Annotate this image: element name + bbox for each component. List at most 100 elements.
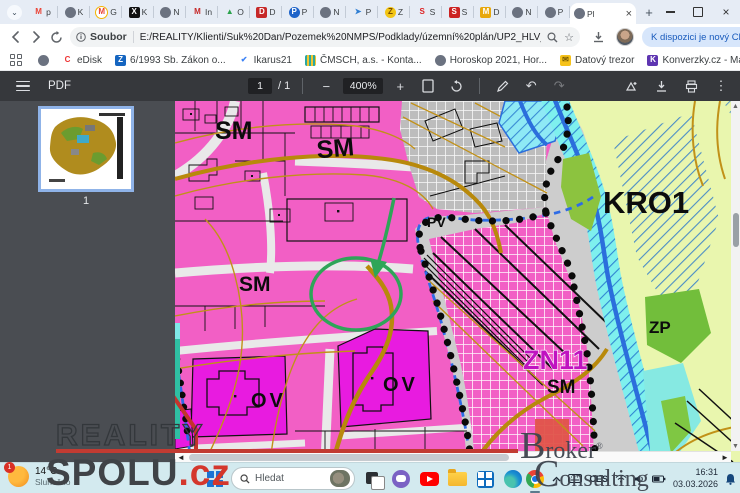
page-total-label: / 1 xyxy=(278,80,290,92)
chat-app-icon[interactable] xyxy=(390,468,412,490)
pdf-map-canvas[interactable]: SM SM SM PV KRO1 SM OV OV ZP ZN11 ◄ ► xyxy=(175,101,740,462)
tab-close-icon[interactable]: × xyxy=(626,8,632,20)
tab-search-button[interactable]: ⌄ xyxy=(7,5,22,20)
rotate-button[interactable] xyxy=(445,75,467,97)
bookmark-item[interactable]: ✔Ikarus21 xyxy=(239,55,292,66)
time: 16:31 xyxy=(673,467,718,478)
clock[interactable]: 16:31 03.03.2026 xyxy=(673,467,718,490)
annotate-pen-button[interactable] xyxy=(492,75,514,97)
zone-label-ov1: OV xyxy=(251,390,286,412)
minimize-button[interactable] xyxy=(656,0,684,24)
tab-label: P xyxy=(366,7,372,17)
browser-tab[interactable]: N xyxy=(154,0,186,24)
browser-tab[interactable]: Mp xyxy=(26,0,58,24)
globe-favicon xyxy=(320,7,331,18)
zone-label-zn11: ZN11 xyxy=(523,345,588,375)
browser-tab[interactable]: N xyxy=(506,0,538,24)
print-button[interactable] xyxy=(680,75,702,97)
browser-tab[interactable]: ➤P xyxy=(346,0,378,24)
file-scheme-label: Soubor xyxy=(90,31,127,43)
file-scheme-chip[interactable]: Soubor xyxy=(76,31,127,43)
bookmark-item[interactable]: Horoskop 2021, Hor... xyxy=(435,55,547,66)
thumbnail-map-image xyxy=(41,109,131,189)
battery-icon[interactable] xyxy=(652,475,666,483)
browser-tab[interactable]: SS xyxy=(442,0,474,24)
browser-tab[interactable]: XK xyxy=(122,0,154,24)
browser-tab[interactable]: DD xyxy=(250,0,282,24)
taskbar-search[interactable]: Hledat xyxy=(231,467,355,490)
zoom-out-button[interactable]: − xyxy=(315,75,337,97)
bookmark-item[interactable]: ČMSCH, a.s. - Konta... xyxy=(305,55,422,66)
apps-grid-icon[interactable] xyxy=(10,54,22,66)
bookmark-label: ČMSCH, a.s. - Konta... xyxy=(320,55,422,66)
tab-label: N xyxy=(333,7,339,17)
zone-label-ov2: OV xyxy=(383,374,418,396)
browser-tab[interactable]: P xyxy=(538,0,570,24)
forward-button[interactable] xyxy=(26,27,46,47)
chrome-update-button[interactable]: K dispozici je nový Chrome xyxy=(642,27,740,47)
notification-bell-icon[interactable] xyxy=(725,473,736,485)
notification-badge: 1 xyxy=(4,462,15,473)
page-number-input[interactable]: 1 xyxy=(248,78,272,94)
undo-button[interactable]: ↶ xyxy=(520,75,542,97)
tab-label: N xyxy=(173,7,179,17)
browser-tab[interactable]: ZZ xyxy=(378,0,410,24)
pdf-more-button[interactable]: ⋮ xyxy=(710,75,732,97)
zone-label-sm2: SM xyxy=(315,133,355,164)
pdf-vertical-scrollbar[interactable]: ▲ ▼ xyxy=(731,101,740,451)
pdf-title: PDF xyxy=(48,80,71,92)
bookmark-star-icon[interactable]: ☆ xyxy=(564,31,574,44)
bookmark-item[interactable] xyxy=(38,55,49,66)
z-yellow-favicon: Z xyxy=(385,7,396,18)
browser-tab[interactable]: MG xyxy=(90,0,122,24)
browser-tab[interactable]: PP xyxy=(282,0,314,24)
gmail-favicon: M xyxy=(33,7,44,18)
pdf-menu-button[interactable] xyxy=(16,81,30,92)
page-thumbnail[interactable] xyxy=(38,106,134,192)
bookmark-item[interactable]: ✉Datový trezor xyxy=(560,55,634,66)
active-tab[interactable]: Pl× xyxy=(570,3,636,24)
redo-button[interactable]: ↷ xyxy=(548,75,570,97)
bookmark-label: Konverzky.cz - Mark... xyxy=(662,55,740,66)
microsoft-store-icon[interactable] xyxy=(474,468,496,490)
tab-label: p xyxy=(46,7,51,17)
browser-tab[interactable]: SS xyxy=(410,0,442,24)
zoom-indicator-icon[interactable] xyxy=(547,32,558,43)
close-button[interactable]: × xyxy=(712,0,740,24)
fit-page-button[interactable] xyxy=(417,75,439,97)
browser-tab[interactable]: N xyxy=(314,0,346,24)
horizontal-scroll-thumb[interactable] xyxy=(189,454,509,461)
scroll-right-arrow[interactable]: ► xyxy=(719,452,731,462)
address-bar[interactable]: Soubor E:/REALITY/Klienti/Suk%20Dan/Poze… xyxy=(70,27,580,47)
save-annotated-button[interactable] xyxy=(620,75,642,97)
task-view-button[interactable] xyxy=(362,468,384,490)
bookmark-item[interactable]: CeDisk xyxy=(62,55,102,66)
scroll-up-arrow[interactable]: ▲ xyxy=(731,101,740,111)
edisk-favicon: C xyxy=(62,55,73,66)
tab-label: K xyxy=(78,7,84,17)
browser-tab[interactable]: MIn xyxy=(186,0,218,24)
file-explorer-icon[interactable] xyxy=(446,468,468,490)
download-button[interactable] xyxy=(588,27,608,47)
back-button[interactable] xyxy=(6,27,26,47)
new-tab-button[interactable]: + xyxy=(642,3,656,21)
law-favicon: Z xyxy=(115,55,126,66)
bookmark-item[interactable]: Z6/1993 Sb. Zákon o... xyxy=(115,55,226,66)
maximize-button[interactable] xyxy=(684,0,712,24)
youtube-app-icon[interactable] xyxy=(418,468,440,490)
tab-label: In xyxy=(205,7,212,17)
zoom-in-button[interactable]: + xyxy=(389,75,411,97)
zoom-level-input[interactable]: 400% xyxy=(343,78,383,94)
vertical-scroll-thumb[interactable] xyxy=(733,213,739,247)
pdf-download-button[interactable] xyxy=(650,75,672,97)
bookmark-item[interactable]: KKonverzky.cz - Mark... xyxy=(647,55,740,66)
profile-avatar[interactable] xyxy=(616,28,634,46)
reload-button[interactable] xyxy=(46,27,66,47)
browser-tab[interactable]: K xyxy=(58,0,90,24)
bookmarks-bar: CeDisk Z6/1993 Sb. Zákon o... ✔Ikarus21 ČMS… xyxy=(0,50,740,71)
scroll-down-arrow[interactable]: ▼ xyxy=(731,441,740,451)
browser-tab[interactable]: ▲O xyxy=(218,0,250,24)
watermark-reality: REALITY xyxy=(56,419,205,453)
browser-tab[interactable]: MD xyxy=(474,0,506,24)
tab-label: K xyxy=(142,7,148,17)
